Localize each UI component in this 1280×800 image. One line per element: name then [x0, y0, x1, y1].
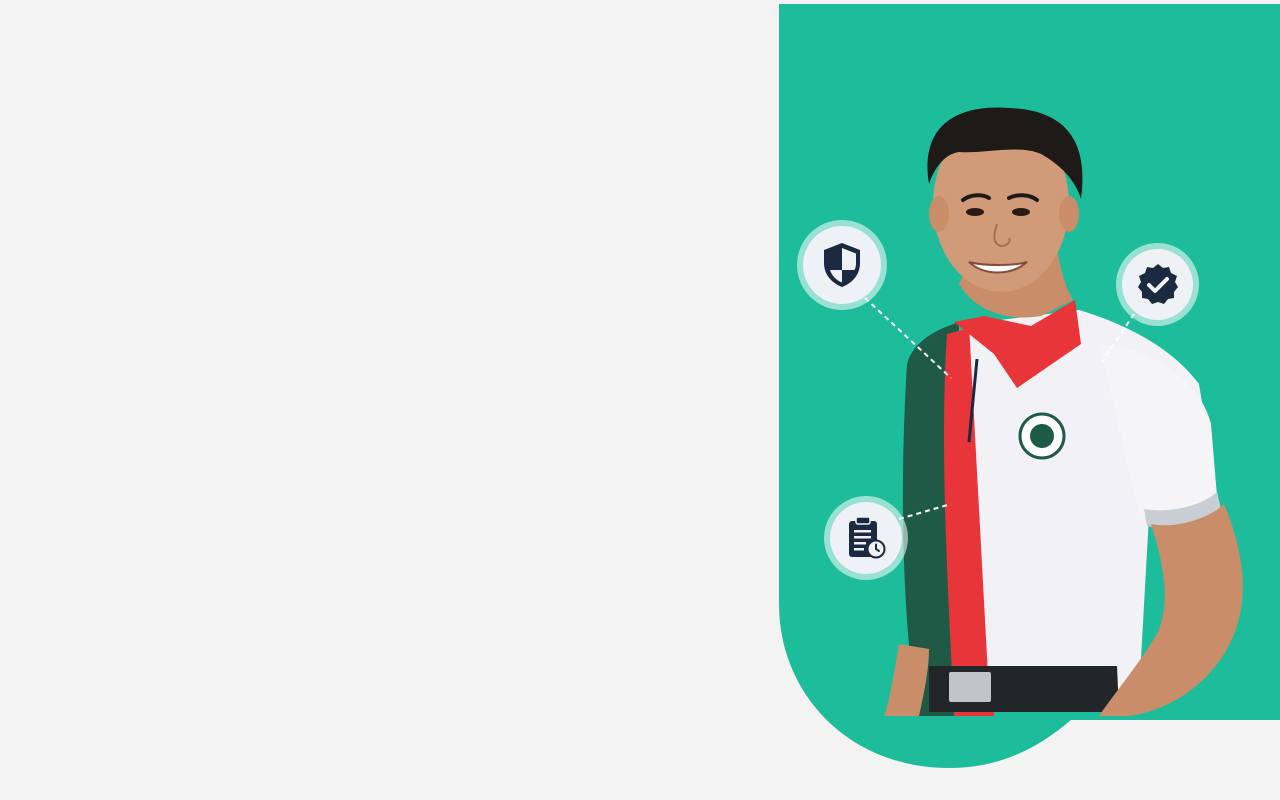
shield-icon — [824, 243, 860, 287]
hero-illustration — [779, 4, 1280, 768]
empty-content-area — [0, 0, 779, 800]
clipboard-badge — [830, 502, 902, 574]
verified-badge-icon — [1137, 263, 1178, 304]
shield-badge — [803, 226, 881, 304]
hero-panel — [779, 4, 1280, 768]
verified-badge — [1122, 249, 1193, 320]
clipboard-clock-icon — [849, 516, 886, 559]
page — [0, 0, 1280, 800]
